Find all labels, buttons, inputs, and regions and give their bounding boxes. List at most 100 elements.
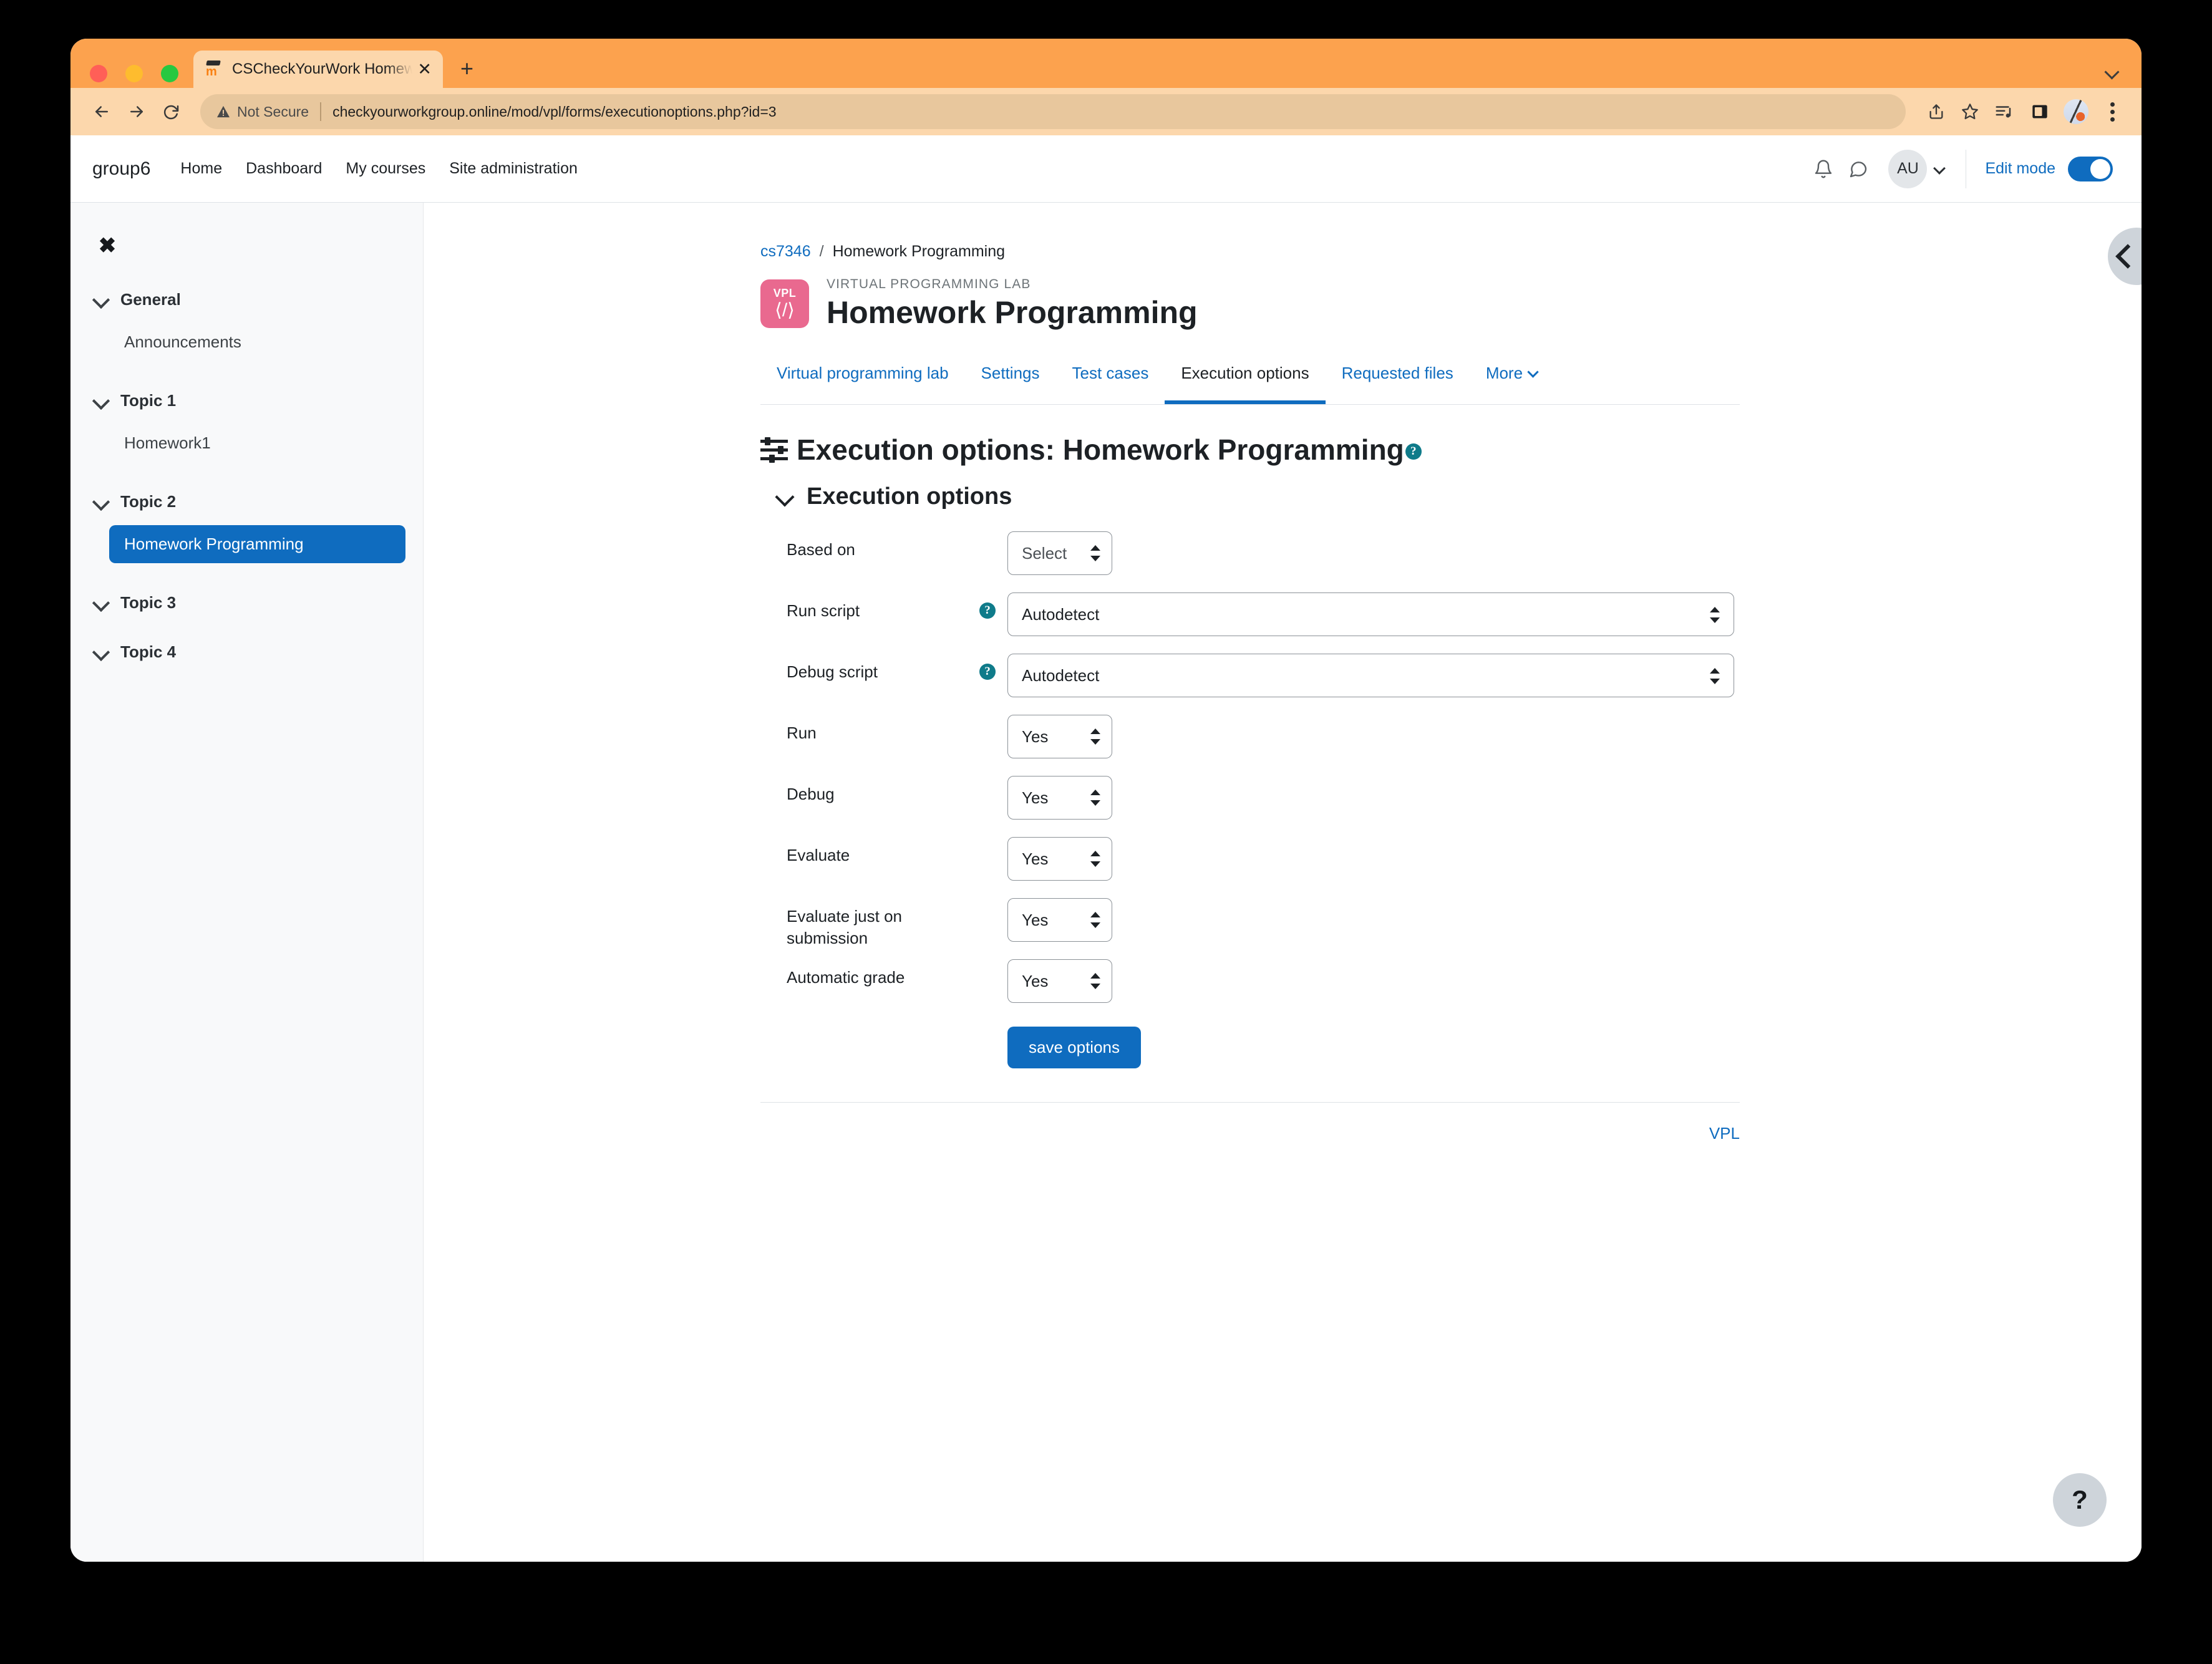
url-text: checkyourworkgroup.online/mod/vpl/forms/… <box>332 103 777 120</box>
select-value: Yes <box>1022 788 1049 807</box>
address-bar[interactable]: Not Secure checkyourworkgroup.online/mod… <box>200 94 1906 129</box>
avatar: AU <box>1888 149 1928 188</box>
tab-test-cases[interactable]: Test cases <box>1056 354 1165 404</box>
bell-icon[interactable] <box>1806 152 1841 186</box>
sidebar-section-topic-1[interactable]: Topic 1 <box>92 391 423 410</box>
sidebar-section-topic-4[interactable]: Topic 4 <box>92 642 423 662</box>
run-script-select[interactable]: Autodetect <box>1007 593 1734 637</box>
breadcrumb-separator: / <box>819 243 824 260</box>
save-options-row: save options <box>760 1027 1740 1069</box>
bookmark-star-icon[interactable] <box>1953 95 1987 128</box>
sidebar-section-topic-2[interactable]: Topic 2 <box>92 492 423 511</box>
sidebar-item-announcements[interactable]: Announcements <box>109 323 405 361</box>
chevron-down-icon[interactable] <box>2105 66 2119 80</box>
select-value: Autodetect <box>1022 604 1100 624</box>
based-on-select[interactable]: Select <box>1007 531 1112 576</box>
sidebar-section-label: Topic 1 <box>120 391 177 410</box>
browser-tab[interactable]: m CSCheckYourWork Homework ✕ <box>193 51 443 88</box>
select-value: Yes <box>1022 849 1049 868</box>
evaluate-select[interactable]: Yes <box>1007 837 1112 881</box>
sidebar-item-homework1[interactable]: Homework1 <box>109 424 405 462</box>
field-help-slot <box>968 959 1007 969</box>
browser-window: m CSCheckYourWork Homework ✕ + Not Secur… <box>70 39 2142 1562</box>
profile-avatar[interactable] <box>2059 95 2093 128</box>
page-title: Homework Programming <box>827 295 1198 330</box>
debug-script-select[interactable]: Autodetect <box>1007 654 1734 698</box>
sidebar-item-homework-programming[interactable]: Homework Programming <box>109 525 405 563</box>
side-panel-icon[interactable] <box>2023 95 2057 128</box>
main-region: cs7346 / Homework Programming VPL ⟨/⟩ VI… <box>424 203 2142 1562</box>
not-secure-warning-icon <box>216 105 230 118</box>
automatic-grade-select[interactable]: Yes <box>1007 959 1112 1004</box>
field-label: Run <box>787 723 817 743</box>
back-button[interactable] <box>84 94 119 129</box>
vpl-footer-link[interactable]: VPL <box>760 1124 1740 1143</box>
tab-label: Execution options <box>1181 364 1309 382</box>
select-value: Autodetect <box>1022 665 1100 685</box>
drawer-toggle-button[interactable] <box>2108 228 2142 285</box>
activity-tabs: Virtual programming lab Settings Test ca… <box>760 354 1740 405</box>
field-label: Automatic grade <box>787 968 905 987</box>
close-icon[interactable]: ✖ <box>93 231 122 260</box>
chevron-down-icon <box>1934 164 1944 174</box>
field-label: Evaluate just on submission <box>787 907 903 948</box>
window-controls <box>90 65 178 82</box>
tab-execution-options[interactable]: Execution options <box>1165 354 1326 404</box>
maximize-window-button[interactable] <box>161 65 178 82</box>
select-arrows-icon <box>1090 909 1100 931</box>
debug-select[interactable]: Yes <box>1007 776 1112 820</box>
form-row-based-on: Based on Select <box>760 531 1740 585</box>
speech-bubble-icon[interactable] <box>1841 152 1876 186</box>
field-label: Run script <box>787 601 860 621</box>
form-row-automatic-grade: Automatic grade Yes <box>760 959 1740 1013</box>
forward-button[interactable] <box>119 94 154 129</box>
select-value: Yes <box>1022 971 1049 990</box>
nav-link-my-courses[interactable]: My courses <box>346 160 425 178</box>
tab-label: Requested files <box>1341 364 1453 382</box>
chevron-down-icon <box>92 594 110 612</box>
share-icon[interactable] <box>1919 95 1953 128</box>
select-value: Select <box>1022 543 1067 563</box>
reload-button[interactable] <box>154 94 189 129</box>
user-menu[interactable]: AU <box>1888 149 1947 188</box>
tab-virtual-programming-lab[interactable]: Virtual programming lab <box>760 354 965 404</box>
sidebar-section-label: Topic 4 <box>120 642 177 661</box>
field-help-slot <box>968 898 1007 908</box>
media-playlist-icon[interactable] <box>1987 95 2020 128</box>
content-column: cs7346 / Homework Programming VPL ⟨/⟩ VI… <box>760 203 1740 1143</box>
vpl-activity-icon: VPL ⟨/⟩ <box>760 279 809 328</box>
sidebar-section-topic-3[interactable]: Topic 3 <box>92 593 423 612</box>
browser-toolbar: Not Secure checkyourworkgroup.online/mod… <box>70 88 2142 135</box>
close-window-button[interactable] <box>90 65 107 82</box>
field-help-slot <box>968 531 1007 541</box>
breadcrumb-course-link[interactable]: cs7346 <box>760 243 811 261</box>
run-select[interactable]: Yes <box>1007 715 1112 759</box>
three-dot-menu-icon[interactable] <box>2095 95 2129 128</box>
help-icon[interactable]: ? <box>979 664 996 680</box>
sidebar-section-general[interactable]: General <box>92 290 423 309</box>
help-floating-button[interactable]: ? <box>2053 1473 2107 1527</box>
tab-label: Test cases <box>1072 364 1149 382</box>
tab-requested-files[interactable]: Requested files <box>1326 354 1470 404</box>
tab-more[interactable]: More <box>1470 354 1554 404</box>
nav-link-site-administration[interactable]: Site administration <box>449 160 578 178</box>
execution-options-section-header[interactable]: Execution options <box>774 483 1740 510</box>
select-arrows-icon <box>1090 970 1100 992</box>
new-tab-button[interactable]: + <box>460 57 473 80</box>
close-tab-icon[interactable]: ✕ <box>417 60 432 78</box>
minimize-window-button[interactable] <box>125 65 143 82</box>
help-icon[interactable]: ? <box>1405 443 1422 460</box>
edit-mode-toggle[interactable] <box>2068 156 2113 181</box>
evaluate-just-on-submission-select[interactable]: Yes <box>1007 898 1112 942</box>
page-viewport: group6 Home Dashboard My courses Site ad… <box>70 135 2142 1562</box>
tab-label: Settings <box>981 364 1040 382</box>
nav-link-dashboard[interactable]: Dashboard <box>246 160 322 178</box>
sliders-icon <box>760 437 788 463</box>
save-options-button[interactable]: save options <box>1007 1027 1141 1069</box>
edit-mode-switch[interactable]: Edit mode <box>1985 156 2113 181</box>
tab-settings[interactable]: Settings <box>965 354 1056 404</box>
help-icon[interactable]: ? <box>979 602 996 619</box>
nav-link-home[interactable]: Home <box>180 160 222 178</box>
site-brand[interactable]: group6 <box>92 158 150 180</box>
form-row-debug-script: Debug script ? Autodetect <box>760 654 1740 707</box>
